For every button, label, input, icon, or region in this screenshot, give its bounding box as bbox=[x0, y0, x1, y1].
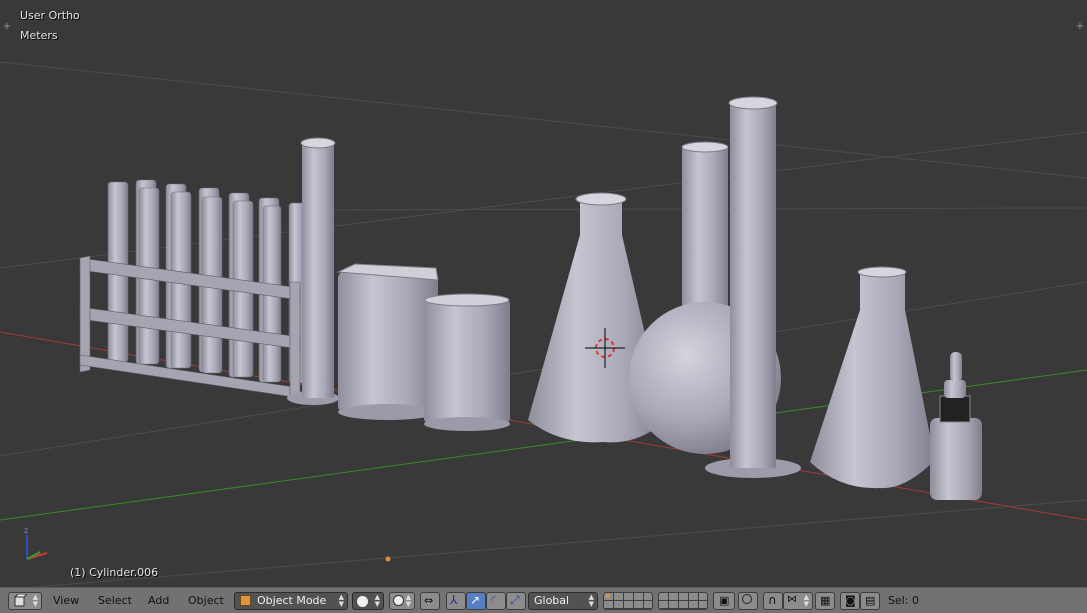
transform-orientation-dropdown[interactable]: Global ▲ ▼ bbox=[528, 592, 598, 610]
object-origin-dot bbox=[385, 556, 391, 562]
active-object-info: (1) Cylinder.006 bbox=[70, 566, 159, 579]
proportional-edit-button[interactable] bbox=[738, 592, 758, 610]
snap-toggle-button[interactable]: ∩ bbox=[763, 592, 783, 610]
snap-target-button[interactable]: ▦ bbox=[815, 592, 835, 610]
mode-dropdown[interactable]: Object Mode ▲ ▼ bbox=[234, 592, 348, 610]
proportional-edit-icon bbox=[742, 594, 752, 604]
editor-type-button[interactable]: ▲ ▼ bbox=[8, 592, 42, 610]
dropper-bottle[interactable] bbox=[930, 352, 982, 500]
units-label: Meters bbox=[20, 29, 58, 42]
sphere-icon bbox=[357, 596, 368, 607]
3d-viewport[interactable]: z User Ortho Meters (1) Cylinder.006 + + bbox=[0, 0, 1087, 587]
beaker-large[interactable] bbox=[336, 263, 439, 420]
snap-target-icon: ▦ bbox=[820, 594, 831, 607]
mode-label: Object Mode bbox=[257, 594, 327, 607]
menu-select[interactable]: Select bbox=[98, 594, 132, 607]
lock-icon: ▣ bbox=[719, 594, 730, 607]
lock-camera-button[interactable]: ▣ bbox=[713, 592, 735, 610]
selection-info: Sel: 0 bbox=[888, 594, 920, 607]
align-icon: ⇔ bbox=[424, 594, 434, 607]
clapperboard-icon: ▤ bbox=[865, 594, 876, 607]
rotate-manipulator-button[interactable]: ◜ bbox=[486, 592, 506, 610]
layers-group-2[interactable] bbox=[658, 592, 708, 610]
scene-canvas[interactable]: z bbox=[0, 0, 1087, 587]
translate-arrow-icon: ↗ bbox=[470, 593, 481, 607]
scale-manipulator-button[interactable]: ⤢ bbox=[506, 592, 526, 610]
axis-label-z: z bbox=[24, 526, 28, 535]
beaker-small[interactable] bbox=[424, 293, 510, 431]
manipulator-toggle[interactable]: ⅄ bbox=[446, 592, 466, 610]
translate-manipulator-button[interactable]: ↗ bbox=[466, 592, 486, 610]
layers-group-1[interactable] bbox=[603, 592, 653, 610]
magnet-icon: ∩ bbox=[768, 593, 777, 607]
pivot-icon bbox=[393, 595, 404, 606]
region-expand-right-icon[interactable]: + bbox=[1075, 22, 1085, 32]
snap-increment-icon: ⋈ bbox=[787, 594, 797, 605]
viewport-header: ▲ ▼ View Select Add Object Object Mode ▲ ▼… bbox=[0, 587, 1087, 613]
menu-object[interactable]: Object bbox=[188, 594, 224, 607]
view-name-label: User Ortho bbox=[20, 9, 80, 22]
orientation-label: Global bbox=[534, 594, 570, 607]
snap-element-dropdown[interactable]: ⋈ ▲ ▼ bbox=[783, 592, 813, 610]
pivot-point-dropdown[interactable]: ▲ ▼ bbox=[389, 592, 415, 610]
render-animation-button[interactable]: ▤ bbox=[860, 592, 880, 610]
erlenmeyer-flask-small[interactable] bbox=[810, 266, 935, 489]
object-mode-icon bbox=[240, 595, 251, 606]
axis-gizmo: z bbox=[24, 526, 48, 560]
3d-view-icon bbox=[13, 594, 27, 607]
menu-add[interactable]: Add bbox=[148, 594, 169, 607]
menu-view[interactable]: View bbox=[53, 594, 79, 607]
manipulator-icon: ⅄ bbox=[450, 593, 458, 607]
pivot-align-toggle[interactable]: ⇔ bbox=[420, 592, 440, 610]
render-opengl-button[interactable]: ◙ bbox=[840, 592, 860, 610]
rotate-arc-icon: ◜ bbox=[491, 593, 496, 607]
viewport-shading-dropdown[interactable]: ▲ ▼ bbox=[352, 592, 384, 610]
scale-icon: ⤢ bbox=[510, 593, 520, 607]
camera-icon: ◙ bbox=[845, 594, 856, 607]
region-expand-left-icon[interactable]: + bbox=[2, 22, 12, 32]
